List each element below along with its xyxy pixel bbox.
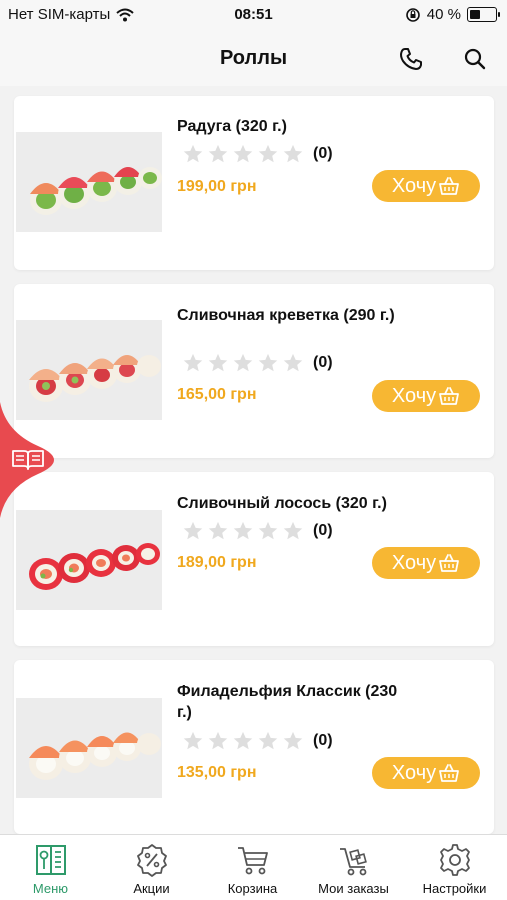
star-icon[interactable]: [257, 520, 279, 542]
sushi-roll-image: [16, 510, 162, 610]
product-rating[interactable]: (0): [182, 143, 333, 165]
star-icon[interactable]: [282, 730, 304, 752]
percent-badge-icon: [137, 844, 167, 877]
page-title: Роллы: [219, 47, 288, 69]
basket-icon: [439, 387, 460, 405]
product-price: 189,00 грн: [177, 554, 257, 571]
star-icon[interactable]: [282, 143, 304, 165]
product-rating[interactable]: (0): [182, 520, 333, 542]
nav-header: Роллы: [0, 32, 507, 86]
battery-icon: [467, 7, 500, 22]
side-menu-tab[interactable]: [0, 402, 70, 518]
product-image: [16, 510, 162, 610]
want-button-label: Хочу: [391, 384, 437, 407]
tab-label: Мои заказы: [318, 881, 389, 896]
star-icon[interactable]: [232, 520, 254, 542]
tab-label: Меню: [32, 881, 69, 896]
product-rating[interactable]: (0): [182, 352, 333, 374]
star-icon[interactable]: [232, 730, 254, 752]
basket-icon: [439, 554, 460, 572]
product-title[interactable]: Сливочная креветка (290 г.): [177, 305, 412, 326]
product-title[interactable]: Сливочный лосось (320 г.): [177, 493, 447, 514]
gear-icon: [440, 844, 470, 876]
product-price: 135,00 грн: [177, 764, 257, 781]
want-button-label: Хочу: [391, 174, 437, 197]
product-card[interactable]: Сливочный лосось (320 г.) (0) 189,00 грн…: [14, 472, 494, 646]
rating-count: (0): [313, 354, 333, 371]
star-icon[interactable]: [182, 143, 204, 165]
menu-book-icon: [36, 845, 66, 875]
tab-promotions[interactable]: Акции: [101, 835, 202, 900]
star-icon[interactable]: [282, 520, 304, 542]
basket-icon: [439, 764, 460, 782]
star-icon[interactable]: [207, 143, 229, 165]
product-rating[interactable]: (0): [182, 730, 333, 752]
status-right: 40 %: [405, 6, 500, 23]
star-icon[interactable]: [257, 730, 279, 752]
tab-cart[interactable]: Корзина: [202, 835, 303, 900]
tab-label: Акции: [133, 881, 170, 896]
product-card[interactable]: Сливочная креветка (290 г.) (0) 165,00 г…: [14, 284, 494, 458]
status-bar: Нет SIM-карты 08:51 40 %: [0, 0, 507, 32]
orders-cart-icon: [340, 848, 367, 876]
product-price: 165,00 грн: [177, 386, 257, 403]
star-icon[interactable]: [207, 352, 229, 374]
star-icon[interactable]: [182, 520, 204, 542]
want-button[interactable]: Хочу: [372, 380, 480, 412]
tab-settings[interactable]: Настройки: [404, 835, 505, 900]
product-title[interactable]: Филадельфия Классик (230 г.): [177, 681, 407, 723]
rating-count: (0): [313, 145, 333, 162]
rating-count: (0): [313, 522, 333, 539]
tab-my-orders[interactable]: Мои заказы: [303, 835, 404, 900]
want-button[interactable]: Хочу: [372, 757, 480, 789]
star-icon[interactable]: [207, 520, 229, 542]
star-icon[interactable]: [182, 352, 204, 374]
product-card[interactable]: Филадельфия Классик (230 г.) (0) 135,00 …: [14, 660, 494, 834]
tab-menu[interactable]: Меню: [0, 835, 101, 900]
battery-level: [470, 10, 481, 19]
battery-percent: 40 %: [426, 6, 461, 23]
want-button[interactable]: Хочу: [372, 547, 480, 579]
star-icon[interactable]: [182, 730, 204, 752]
star-icon[interactable]: [207, 730, 229, 752]
basket-icon: [439, 177, 460, 195]
orientation-lock-icon: [405, 7, 420, 22]
product-image: [16, 698, 162, 798]
tab-label: Корзина: [227, 881, 278, 896]
cart-icon: [238, 847, 268, 875]
product-price: 199,00 грн: [177, 178, 257, 195]
want-button-label: Хочу: [391, 761, 437, 784]
product-image: [16, 132, 162, 232]
star-icon[interactable]: [232, 352, 254, 374]
product-title[interactable]: Радуга (320 г.): [177, 116, 412, 137]
search-icon[interactable]: [462, 46, 488, 72]
want-button[interactable]: Хочу: [372, 170, 480, 202]
bottom-tab-bar: Меню Акции Корзина Мои заказы Настройки: [0, 834, 507, 900]
rating-count: (0): [313, 732, 333, 749]
star-icon[interactable]: [257, 352, 279, 374]
product-card[interactable]: Радуга (320 г.) (0) 199,00 грн Хочу: [14, 96, 494, 270]
star-icon[interactable]: [282, 352, 304, 374]
phone-icon[interactable]: [398, 46, 424, 72]
sushi-roll-image: [16, 132, 162, 232]
star-icon[interactable]: [257, 143, 279, 165]
sushi-roll-image: [16, 698, 162, 798]
want-button-label: Хочу: [391, 551, 437, 574]
star-icon[interactable]: [232, 143, 254, 165]
tab-label: Настройки: [422, 881, 487, 896]
